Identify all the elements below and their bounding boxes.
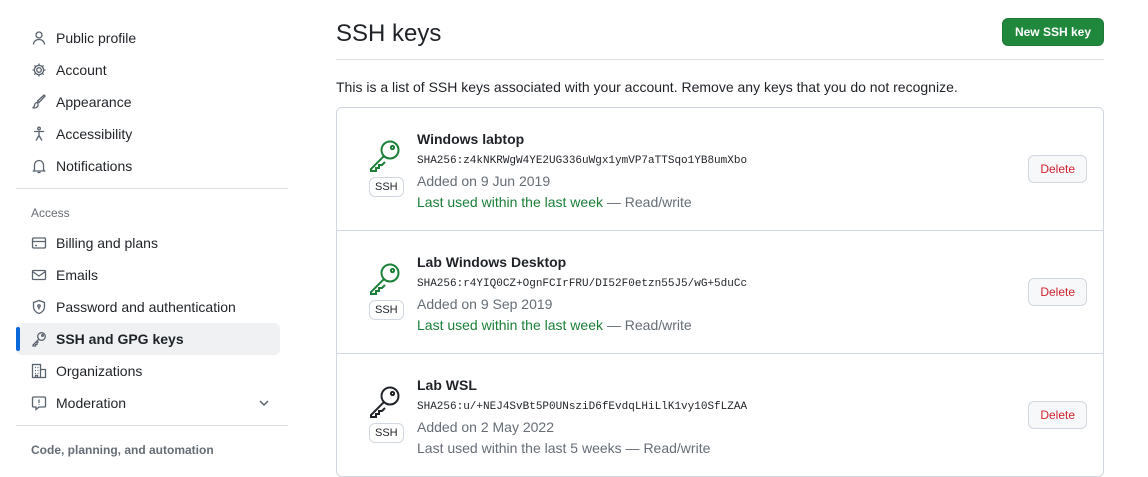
last-used-text: Last used within the last week [417, 317, 603, 333]
sidebar-section-code-planning: Code, planning, and automation [31, 443, 214, 457]
ssh-key-title: Lab Windows Desktop [417, 254, 567, 270]
settings-sidebar: Public profile Account Appearance Access… [16, 22, 288, 464]
sidebar-section-access: Access [31, 206, 70, 220]
ssh-key-last-used: Last used within the last week — Read/wr… [417, 315, 747, 336]
sidebar-item-moderation[interactable]: Moderation [16, 387, 280, 419]
sidebar-item-label: Public profile [56, 30, 137, 46]
sidebar-item-appearance[interactable]: Appearance [16, 86, 280, 118]
shield-lock-icon [31, 299, 47, 315]
delete-key-button[interactable]: Delete [1028, 278, 1087, 306]
access-level: — Read/write [603, 317, 692, 333]
key-icon [368, 262, 402, 296]
sidebar-item-label: Notifications [56, 158, 133, 174]
sidebar-item-label: Emails [56, 267, 99, 283]
ssh-key-added-date: Added on 9 Jun 2019 [417, 173, 551, 189]
sidebar-item-password[interactable]: Password and authentication [16, 291, 280, 323]
ssh-key-title: Lab WSL [417, 377, 477, 393]
ssh-key-fingerprint: SHA256:r4YIQ0CZ+OgnFCIrFRU/DI52F0etzn55J… [417, 278, 748, 290]
mail-icon [31, 267, 47, 283]
ssh-badge: SSH [369, 177, 404, 197]
main-content: SSH keys New SSH key This is a list of S… [336, 0, 1104, 477]
last-used-text: Last used within the last week [417, 194, 603, 210]
bell-icon [31, 158, 47, 174]
ssh-key-title: Windows labtop [417, 131, 525, 147]
ssh-key-info: Windows labtop SHA256:z4kNKRWgW4YE2UG336… [417, 129, 747, 213]
sidebar-item-account[interactable]: Account [16, 54, 280, 86]
accessibility-icon [31, 126, 47, 142]
key-icon [368, 385, 402, 419]
ssh-badge: SSH [369, 423, 404, 443]
ssh-badge: SSH [369, 300, 404, 320]
sidebar-item-accessibility[interactable]: Accessibility [16, 118, 280, 150]
sidebar-item-public-profile[interactable]: Public profile [16, 22, 280, 54]
ssh-key-row: SSH Lab Windows Desktop SHA256:r4YIQ0CZ+… [337, 230, 1103, 353]
credit-card-icon [31, 235, 47, 251]
access-level: — Read/write [603, 194, 692, 210]
ssh-key-info: Lab WSL SHA256:u/+NEJ4SvBt5P0UNsziD6fEvd… [417, 375, 747, 459]
person-icon [31, 30, 47, 46]
delete-key-button[interactable]: Delete [1028, 155, 1087, 183]
ssh-key-last-used: Last used within the last 5 weeks — Read… [417, 438, 747, 459]
sidebar-item-label: Accessibility [56, 126, 133, 142]
sidebar-item-notifications[interactable]: Notifications [16, 150, 280, 182]
sidebar-divider [16, 425, 288, 426]
key-icon [31, 331, 47, 347]
sidebar-item-label: Billing and plans [56, 235, 158, 251]
ssh-key-row: SSH Lab WSL SHA256:u/+NEJ4SvBt5P0UNsziD6… [337, 353, 1103, 476]
ssh-key-added-date: Added on 9 Sep 2019 [417, 296, 553, 312]
page-title: SSH keys [336, 20, 442, 47]
delete-key-button[interactable]: Delete [1028, 401, 1087, 429]
sidebar-divider [16, 188, 288, 189]
ssh-key-last-used: Last used within the last week — Read/wr… [417, 192, 747, 213]
ssh-key-row: SSH Windows labtop SHA256:z4kNKRWgW4YE2U… [337, 108, 1103, 230]
sidebar-item-organizations[interactable]: Organizations [16, 355, 280, 387]
key-icon [368, 139, 402, 173]
sidebar-item-label: Appearance [56, 94, 132, 110]
page-description: This is a list of SSH keys associated wi… [336, 79, 958, 95]
paintbrush-icon [31, 94, 47, 110]
ssh-key-added-date: Added on 2 May 2022 [417, 419, 554, 435]
new-ssh-key-button[interactable]: New SSH key [1001, 18, 1104, 46]
ssh-key-fingerprint: SHA256:z4kNKRWgW4YE2UG336uWgx1ymVP7aTTSq… [417, 155, 748, 167]
sidebar-item-label: Password and authentication [56, 299, 236, 315]
report-icon [31, 395, 47, 411]
page-header: SSH keys New SSH key [336, 0, 1104, 60]
ssh-key-fingerprint: SHA256:u/+NEJ4SvBt5P0UNsziD6fEvdqLHiLlK1… [417, 401, 748, 413]
sidebar-item-emails[interactable]: Emails [16, 259, 280, 291]
sidebar-item-label: Organizations [56, 363, 143, 379]
organization-icon [31, 363, 47, 379]
chevron-down-icon[interactable] [256, 395, 272, 411]
sidebar-item-ssh-gpg-keys[interactable]: SSH and GPG keys [16, 323, 280, 355]
sidebar-item-label: Moderation [56, 395, 127, 411]
gear-icon [31, 62, 47, 78]
ssh-key-info: Lab Windows Desktop SHA256:r4YIQ0CZ+OgnF… [417, 252, 747, 336]
ssh-key-list: SSH Windows labtop SHA256:z4kNKRWgW4YE2U… [336, 107, 1104, 477]
last-used-text: Last used within the last 5 weeks [417, 440, 622, 456]
access-level: — Read/write [621, 440, 711, 456]
sidebar-item-label: SSH and GPG keys [56, 331, 184, 347]
sidebar-item-billing[interactable]: Billing and plans [16, 227, 280, 259]
sidebar-item-label: Account [56, 62, 107, 78]
